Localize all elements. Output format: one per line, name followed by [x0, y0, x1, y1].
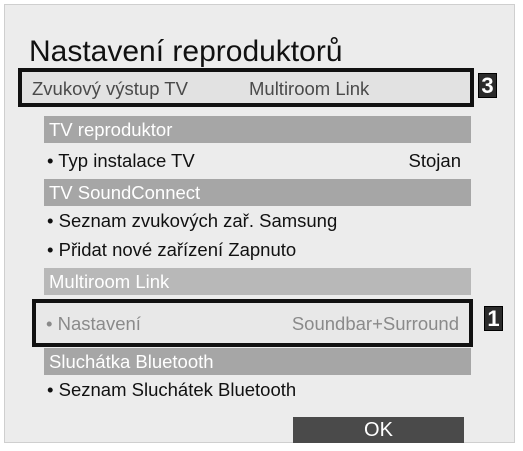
menu-item-label: • Nastavení — [46, 313, 141, 334]
section-header-tv-soundconnect: TV SoundConnect — [44, 179, 471, 206]
menu-item-samsung-device-list[interactable]: • Seznam zvukových zař. Samsung — [47, 209, 467, 233]
output-tab-bar: Zvukový výstup TV Multiroom Link — [18, 68, 474, 107]
menu-item-value: Stojan — [408, 150, 461, 171]
section-header-tv-speaker: TV reproduktor — [44, 116, 471, 143]
menu-item-tv-installation-type[interactable]: • Typ instalace TV Stojan — [47, 149, 467, 173]
section-header-multiroom-link: Multiroom Link — [44, 268, 471, 295]
section-header-bluetooth-headphones: Sluchátka Bluetooth — [44, 348, 471, 375]
menu-item-value: Soundbar+Surround — [291, 313, 459, 334]
menu-item-add-new-device[interactable]: • Přidat nové zařízení Zapnuto — [47, 238, 467, 262]
speaker-settings-panel: Nastavení reproduktorů Zvukový výstup TV… — [4, 4, 515, 443]
tab-multiroom-link[interactable]: Multiroom Link — [249, 79, 369, 99]
tab-tv-sound-output[interactable]: Zvukový výstup TV — [32, 79, 188, 99]
page-title: Nastavení reproduktorů — [29, 35, 343, 68]
menu-item-multiroom-settings[interactable]: • Nastavení Soundbar+Surround — [32, 299, 473, 347]
callout-marker-1: 1 — [484, 306, 503, 331]
menu-item-label: • Typ instalace TV — [47, 150, 195, 171]
ok-button[interactable]: OK — [293, 417, 464, 443]
callout-marker-3: 3 — [478, 73, 497, 98]
menu-item-bluetooth-headphones-list[interactable]: • Seznam Sluchátek Bluetooth — [47, 378, 467, 402]
